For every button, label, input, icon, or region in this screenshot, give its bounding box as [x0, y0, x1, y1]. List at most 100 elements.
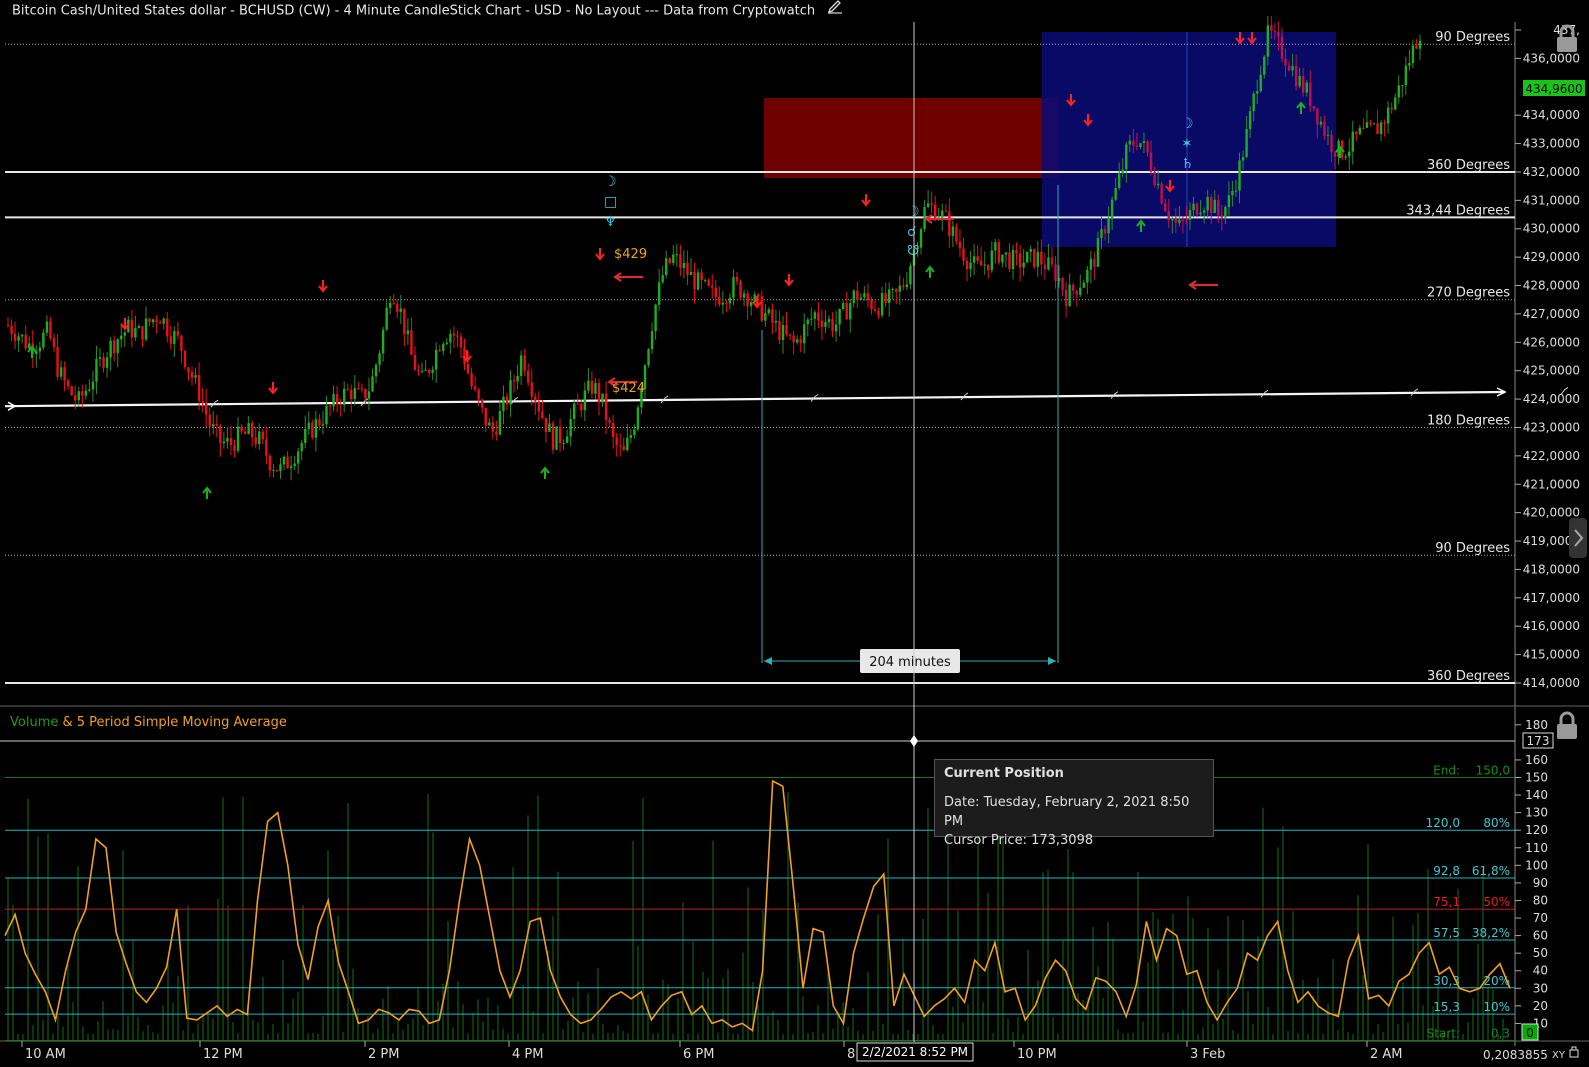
candle-body — [371, 376, 374, 392]
candle-body — [887, 289, 891, 304]
scroll-right-chevron-icon[interactable] — [1569, 518, 1587, 558]
candle-body — [972, 256, 976, 263]
candle-body — [990, 250, 993, 271]
candle-body — [484, 407, 487, 426]
fib-level-label: 92,8 — [1433, 864, 1460, 878]
fib-level-percent: 50% — [1483, 895, 1510, 909]
svg-text:✶: ✶ — [1181, 136, 1193, 152]
candle-body — [84, 390, 88, 396]
candle-body — [824, 322, 827, 328]
candle-body — [615, 437, 618, 446]
candle-body — [342, 388, 346, 405]
candle-body — [813, 312, 817, 319]
current-price-label: 434,9600 — [1525, 82, 1582, 96]
candle-body — [112, 340, 116, 354]
candle-body — [909, 265, 912, 285]
svg-text:☽: ☽ — [907, 204, 920, 220]
candle-body — [77, 391, 80, 401]
planet-aspect-2: ☽ ☌ ☋ — [907, 204, 920, 259]
candle-body — [541, 411, 544, 418]
candle-body — [1316, 108, 1319, 125]
candle-body — [880, 293, 884, 316]
candle-body — [311, 422, 314, 438]
candle-body — [781, 325, 785, 340]
candle-body — [1224, 206, 1227, 218]
price-tick-label: 416,0000 — [1523, 619, 1580, 633]
candle-body — [831, 319, 834, 332]
degree-label: 180 Degrees — [1427, 413, 1510, 428]
volume-tick-label: 30 — [1533, 981, 1548, 995]
candle-body — [682, 262, 686, 269]
candle-body — [353, 388, 357, 400]
candle-body — [746, 293, 749, 307]
candle-body — [622, 445, 625, 451]
price-panel[interactable]: 90 Degrees 360 Degrees 343,44 Degrees 270 D… — [4, 16, 1585, 690]
candle-body — [1142, 141, 1146, 144]
candle-body — [318, 419, 321, 426]
volume-tick-label: 180 — [1525, 718, 1548, 732]
candle-body — [59, 367, 63, 377]
candle-body — [502, 396, 505, 412]
candle-body — [1167, 211, 1170, 221]
candle-body — [38, 347, 42, 352]
price-axis: 437,436,0000434,0000433,0000432,0000431,… — [1515, 23, 1580, 690]
candle-body — [739, 281, 742, 298]
sell-arrow-icon — [861, 194, 871, 207]
fib-level-label: 15,3 — [1433, 1000, 1460, 1014]
candle-body — [735, 277, 739, 282]
current-position-tooltip: Current Position Date: Tuesday, February… — [934, 759, 1214, 848]
svg-text:☽: ☽ — [604, 174, 617, 190]
cursor-date: 2/2/2021 8:52 PM — [862, 1045, 968, 1059]
volume-bars — [7, 792, 1504, 1041]
candle-body — [1036, 251, 1040, 267]
candle-body — [1156, 183, 1160, 186]
candle-body — [576, 403, 579, 405]
candle-body — [919, 229, 923, 248]
lock-icon[interactable] — [1554, 24, 1580, 54]
candle-body — [969, 262, 972, 270]
candle-body — [56, 347, 59, 377]
volume-panel[interactable]: Volume & 5 Period Simple Moving Average … — [4, 715, 1554, 1041]
candle-body — [742, 293, 746, 298]
volume-tick-label: 110 — [1525, 841, 1548, 855]
volume-tick-label: 90 — [1533, 876, 1548, 890]
candle-body — [654, 304, 657, 332]
candle-body — [1284, 58, 1287, 66]
volume-tick-label: 20 — [1533, 999, 1548, 1013]
xy-toggle[interactable]: XY — [1552, 1050, 1566, 1061]
price-tick-label: 434,0000 — [1523, 108, 1580, 122]
degree-label: 343,44 Degrees — [1406, 203, 1510, 218]
degree-label: 90 Degrees — [1435, 541, 1510, 556]
chart-canvas[interactable]: 90 Degrees 360 Degrees 343,44 Degrees 270 D… — [0, 0, 1589, 1067]
lock-icon[interactable] — [1554, 711, 1580, 741]
candle-body — [1043, 264, 1047, 270]
candle-body — [1358, 127, 1362, 135]
candle-body — [1365, 122, 1369, 128]
candle-body — [63, 367, 66, 381]
candle-body — [88, 389, 91, 391]
candle-body — [1383, 122, 1386, 124]
candle-body — [1408, 63, 1411, 66]
candle-body — [884, 293, 887, 304]
candle-body — [137, 326, 141, 329]
volume-tick-label: 100 — [1525, 858, 1548, 872]
candle-body — [1128, 140, 1132, 145]
candle-body — [1312, 105, 1316, 109]
time-tick-label: 10 AM — [25, 1047, 66, 1062]
candle-body — [856, 290, 859, 301]
candle-body — [1287, 65, 1291, 71]
candle-body — [806, 319, 809, 325]
price-tick-label: 415,0000 — [1523, 648, 1580, 662]
candle-body — [895, 289, 898, 292]
candle-body — [187, 367, 190, 373]
volume-tick-label: 80 — [1533, 893, 1548, 907]
volume-tick-label: 40 — [1533, 964, 1548, 978]
candle-body — [703, 279, 707, 281]
candle-body — [265, 439, 268, 456]
buy-arrow-icon — [540, 466, 550, 479]
price-tick-label: 430,0000 — [1523, 222, 1580, 236]
candle-body — [1330, 134, 1333, 153]
time-tick-label: 2 PM — [368, 1047, 399, 1062]
candle-body — [1309, 82, 1312, 106]
lock-small-icon[interactable] — [1569, 1046, 1579, 1058]
